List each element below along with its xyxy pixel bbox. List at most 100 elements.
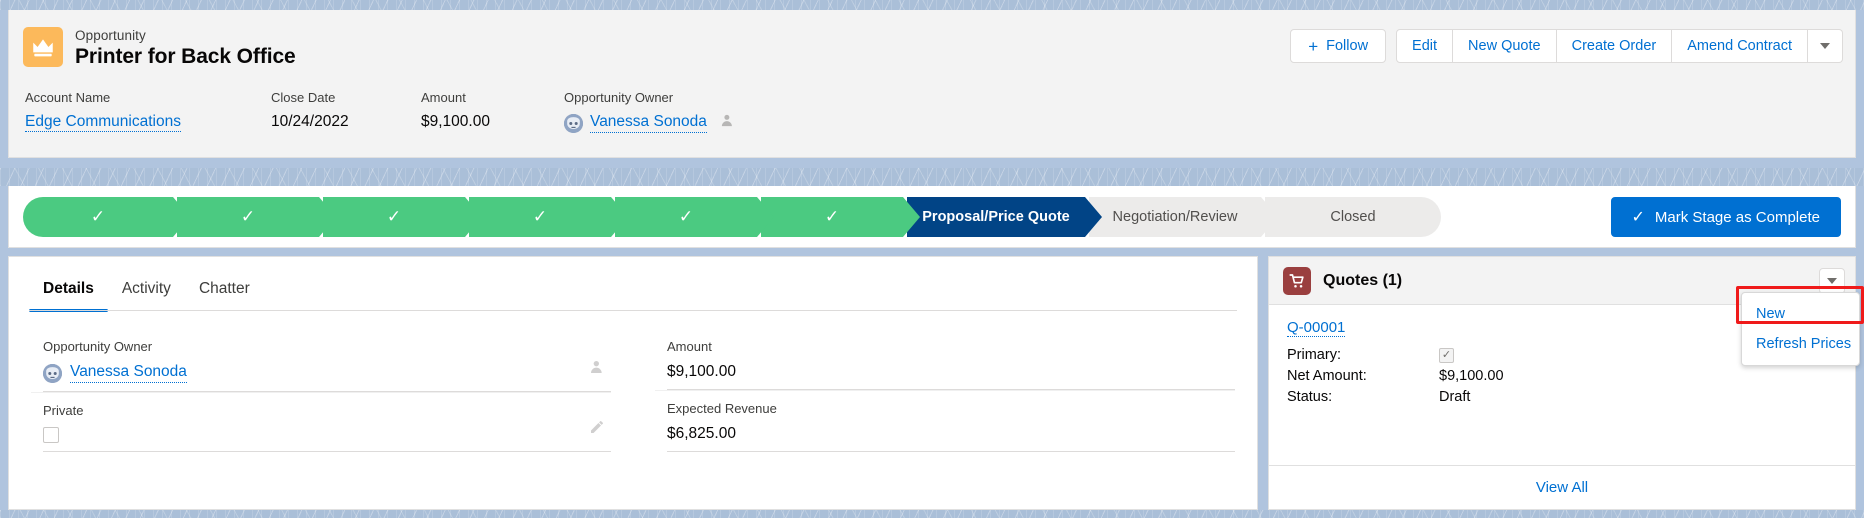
opportunity-owner-link[interactable]: Vanessa Sonoda <box>590 113 707 133</box>
check-icon: ✓ <box>824 207 840 226</box>
tab-chatter[interactable]: Chatter <box>185 280 264 311</box>
field-divider <box>667 451 1235 452</box>
opportunity-owner-link[interactable]: Vanessa Sonoda <box>70 363 187 383</box>
check-icon: ✓ <box>240 207 256 226</box>
view-all-link[interactable]: View All <box>1536 479 1588 496</box>
quote-row-status: Status: Draft <box>1287 387 1837 408</box>
decorative-band-top <box>0 0 1864 10</box>
chevron-down-icon <box>1827 278 1837 284</box>
field-value <box>43 427 611 443</box>
owner-value: Vanessa Sonoda <box>564 113 735 133</box>
tabs-divider <box>29 310 1237 311</box>
detail-fields-grid: Opportunity Owner Vanessa Sonoda Private… <box>9 329 1257 452</box>
menu-item-refresh-prices[interactable]: Refresh Prices <box>1742 329 1859 359</box>
header-field-row: Account Name Edge Communications Close D… <box>9 90 1855 152</box>
expected-revenue-value: $6,825.00 <box>667 425 736 442</box>
primary-checkbox-checked: ✓ <box>1439 348 1454 363</box>
path-stage-negotiation-review[interactable]: Negotiation/Review <box>1089 197 1278 237</box>
field-label: Close Date <box>271 90 336 105</box>
record-detail-card: Details Activity Chatter Opportunity Own… <box>8 256 1258 510</box>
field-label: Expected Revenue <box>667 401 777 416</box>
check-icon: ✓ <box>386 207 402 226</box>
detail-column-left: Opportunity Owner Vanessa Sonoda Private <box>9 329 633 452</box>
tab-activity[interactable]: Activity <box>108 280 185 311</box>
net-amount-value: $9,100.00 <box>1439 368 1504 384</box>
field-label: Amount <box>667 339 712 354</box>
plus-icon: + <box>1308 36 1319 56</box>
field-label: Primary: <box>1287 347 1341 363</box>
quote-row-net-amount: Net Amount: $9,100.00 <box>1287 366 1837 387</box>
opportunity-record-page: Opportunity Printer for Back Office + Fo… <box>0 0 1864 518</box>
amount-value: $9,100.00 <box>421 113 490 130</box>
field-label: Opportunity Owner <box>43 339 153 354</box>
create-order-button[interactable]: Create Order <box>1556 29 1673 63</box>
check-icon: ✓ <box>678 207 694 226</box>
sales-path: ✓ ✓ ✓ ✓ ✓ ✓ Proposal/Price Quote Negotia… <box>8 186 1856 248</box>
header-field-amount: Amount $9,100.00 <box>421 90 490 131</box>
field-divider <box>43 451 611 452</box>
quotes-panel-menu-button[interactable] <box>1819 268 1845 294</box>
record-tabs: Details Activity Chatter <box>9 257 1257 312</box>
path-stage-3[interactable]: ✓ <box>323 197 482 237</box>
private-checkbox[interactable] <box>43 427 59 443</box>
account-name-link[interactable]: Edge Communications <box>25 113 181 132</box>
path-stage-2[interactable]: ✓ <box>177 197 336 237</box>
path-stage-closed[interactable]: Closed <box>1265 197 1441 237</box>
menu-item-new[interactable]: New <box>1742 299 1859 329</box>
mark-stage-complete-button[interactable]: ✓ Mark Stage as Complete <box>1610 197 1841 237</box>
more-actions-button[interactable] <box>1808 29 1843 63</box>
avatar <box>564 113 583 133</box>
path-stage-5[interactable]: ✓ <box>615 197 774 237</box>
amend-contract-button[interactable]: Amend Contract <box>1672 29 1808 63</box>
chevron-down-icon <box>1820 43 1830 49</box>
header-actions: + Follow Edit New Quote Create Order Ame… <box>1290 29 1843 63</box>
field-value: ✓ <box>1439 345 1454 366</box>
header-field-account-name: Account Name Edge Communications <box>25 90 181 132</box>
check-icon: ✓ <box>90 207 106 226</box>
cart-icon <box>1283 266 1311 295</box>
header-field-opportunity-owner: Opportunity Owner Vanessa Sonoda <box>564 90 735 133</box>
check-icon: ✓ <box>1631 209 1645 226</box>
field-label: Net Amount: <box>1287 368 1367 384</box>
field-label: Amount <box>421 90 466 105</box>
path-stage-4[interactable]: ✓ <box>469 197 628 237</box>
path-stage-1[interactable]: ✓ <box>23 197 190 237</box>
detail-column-right: Amount $9,100.00 Expected Revenue $6,825… <box>633 329 1257 452</box>
record-type-label: Opportunity <box>75 28 146 43</box>
field-amount: Amount $9,100.00 <box>655 329 1235 390</box>
field-label: Status: <box>1287 389 1333 405</box>
follow-button-label: Follow <box>1326 38 1369 54</box>
quote-number-link[interactable]: Q-00001 <box>1287 319 1346 337</box>
status-value: Draft <box>1439 389 1471 405</box>
tab-details[interactable]: Details <box>29 280 108 312</box>
edit-pencil-icon[interactable] <box>589 419 605 440</box>
record-header: Opportunity Printer for Back Office + Fo… <box>8 10 1856 158</box>
path-stages: ✓ ✓ ✓ ✓ ✓ ✓ Proposal/Price Quote Negotia… <box>23 197 1445 237</box>
crown-icon <box>23 27 63 67</box>
field-label: Private <box>43 403 84 418</box>
field-label: Account Name <box>25 90 111 105</box>
field-value: Vanessa Sonoda <box>43 363 611 383</box>
decorative-band-bottom <box>0 510 1864 518</box>
field-expected-revenue: Expected Revenue $6,825.00 <box>655 390 1235 452</box>
change-owner-icon[interactable] <box>720 113 735 133</box>
record-header-top: Opportunity Printer for Back Office + Fo… <box>9 10 1855 82</box>
edit-button[interactable]: Edit <box>1396 29 1454 63</box>
change-owner-icon[interactable] <box>589 359 605 380</box>
page-title: Printer for Back Office <box>75 45 296 68</box>
path-stage-proposal-price-quote[interactable]: Proposal/Price Quote <box>907 197 1102 237</box>
amount-value: $9,100.00 <box>667 363 736 380</box>
field-label: Opportunity Owner <box>564 90 674 105</box>
close-date-value: 10/24/2022 <box>271 113 349 130</box>
follow-button[interactable]: + Follow <box>1290 29 1387 63</box>
mark-stage-complete-label: Mark Stage as Complete <box>1654 208 1820 226</box>
path-stage-6[interactable]: ✓ <box>761 197 920 237</box>
new-quote-button[interactable]: New Quote <box>1453 29 1557 63</box>
header-action-group: Edit New Quote Create Order Amend Contra… <box>1396 29 1843 63</box>
field-opportunity-owner: Opportunity Owner Vanessa Sonoda <box>31 329 611 392</box>
quotes-panel-footer: View All <box>1269 465 1855 509</box>
header-field-close-date: Close Date 10/24/2022 <box>271 90 349 131</box>
field-private: Private <box>31 392 611 452</box>
quotes-panel-dropdown-menu: New Refresh Prices <box>1741 292 1860 366</box>
check-icon: ✓ <box>532 207 548 226</box>
